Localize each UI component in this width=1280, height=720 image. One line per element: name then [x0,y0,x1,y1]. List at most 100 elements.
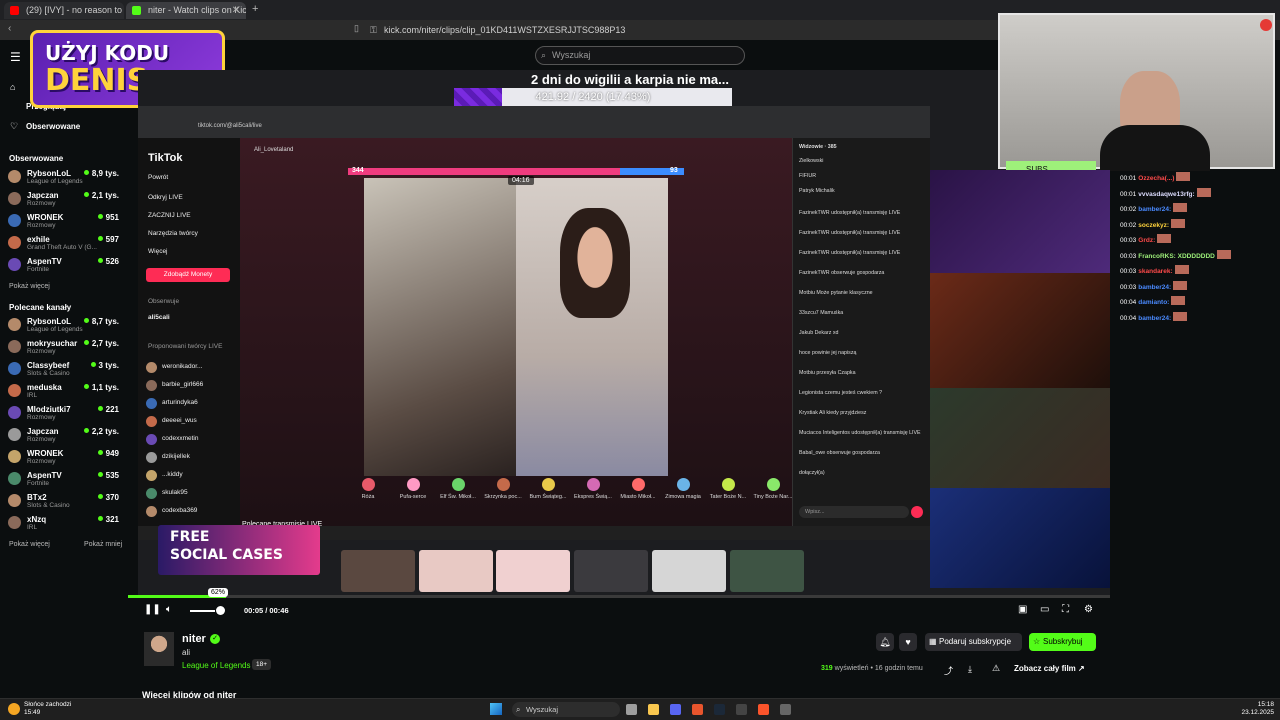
sidebar-channel[interactable]: WRONEK Rozmowy 951 [8,211,123,231]
emote-icon [1174,265,1189,274]
steam-icon[interactable] [714,704,725,715]
sidebar-channel[interactable]: RybsonLoL League of Legends 8,7 tys. [8,315,123,335]
app-icon[interactable] [736,704,747,715]
sidebar-channel[interactable]: exhile Grand Theft Auto V (G... 597 [8,233,123,253]
views-info: 319 wyświetleń • 16 godzin temu [821,665,923,672]
report-icon[interactable]: ⚠ [992,663,1000,674]
tiktok-followed-label: Obserwuje [148,298,180,305]
channel-category: League of Legends [27,326,83,333]
emote-icon [1196,187,1211,197]
sidebar-channel[interactable]: Japczan Rozmowy 2,1 tys. [8,189,123,209]
sidebar-channel[interactable]: WRONEK Rozmowy 949 [8,447,123,467]
taskbar-search-label: Wyszukaj [526,705,559,714]
show-less-link[interactable]: Pokaż mniej [84,541,122,548]
webcam-4 [930,488,1110,588]
free-cases-banner: FREE SOCIAL CASES [158,525,320,575]
subscribe-button[interactable]: ☆ Subskrybuj [1029,633,1096,651]
browser-tab[interactable]: (29) [IVY] - no reason to cry [UK! [4,2,124,19]
emote-icon [1173,280,1188,290]
sidebar-channel[interactable]: Classybeef Slots & Casino 3 tys. [8,359,123,379]
back-icon[interactable]: ‹ [8,23,11,34]
sidebar-channel[interactable]: RybsonLoL League of Legends 8,9 tys. [8,167,123,187]
chat-timestamp: 00:02 [1120,206,1137,213]
sidebar-channel[interactable]: xNzq IRL 321 [8,513,123,533]
viewer-count: 8,7 tys. [84,317,119,326]
category-link[interactable]: League of Legends [182,661,251,670]
viewer-count: 2,1 tys. [84,191,119,200]
channel-category: League of Legends [27,178,83,185]
gift-icon [721,478,735,491]
show-more-link[interactable]: Pokaż więcej [9,283,50,290]
avatar [8,428,21,441]
chat-username: bamber24: [1138,283,1172,291]
emote-icon [1173,203,1188,212]
sidebar-channel[interactable]: BTx2 Slots & Casino 370 [8,491,123,511]
sidebar-channel[interactable]: meduska IRL 1,1 tys. [8,381,123,401]
task-view-icon[interactable] [626,704,637,715]
close-tab-icon[interactable]: ✕ [232,2,240,19]
channel-name[interactable]: niter [182,633,206,645]
avatar[interactable] [144,632,174,666]
share-icon[interactable]: ⤴ [944,664,953,677]
channel-category: Rozmowy [27,414,56,421]
sidebar-channel[interactable]: AspenTV Fortnite 535 [8,469,123,489]
clip-progress-bar[interactable] [128,595,1110,598]
chat-timestamp: 00:03 [1120,252,1137,260]
mini-player-icon[interactable]: ▭ [1040,604,1049,615]
url-field[interactable]: ⚿ kick.com/niter/clips/clip_01KD411WSTZX… [370,23,870,37]
tiktok-chat-message: FazinekTWR udostępnił(a) transmisję LIVE [799,210,901,216]
gift-item: Róża [348,478,388,500]
download-icon[interactable]: ⤓ [968,664,972,675]
channel-name: Mlodziutki7 [27,405,71,414]
brave-icon[interactable] [758,704,769,715]
promo-line-1: UŻYJ KODU [45,41,170,65]
sidebar-channel[interactable]: mokrysuchar Rozmowy 2,7 tys. [8,337,123,357]
sidebar-channel[interactable]: Japczan Rozmowy 2,2 tys. [8,425,123,445]
home-icon[interactable]: ⌂ [10,82,15,92]
gift-icon [406,478,420,491]
channel-name: WRONEK [27,213,64,222]
watch-full-film-link[interactable]: Zobacz cały film ↗ [1014,664,1085,673]
volume-knob[interactable] [216,606,225,615]
browser-tab-active[interactable]: niter - Watch clips on Kick ✕ [126,2,246,19]
taskbar-clock[interactable]: 15:18 23.12.2025 [1238,701,1274,717]
fullscreen-icon[interactable]: ⛶ [1062,604,1069,615]
gift-sub-button[interactable]: ▦ Podaruj subskrypcje [925,633,1022,651]
clock-time: 15:18 [1257,701,1274,708]
heart-icon[interactable]: ♥ [899,633,917,651]
app-icon[interactable] [692,704,703,715]
settings-icon[interactable]: ⚙ [1084,604,1093,615]
avatar [8,450,21,463]
weather-widget[interactable]: Słońce zachodzi 15:49 [24,701,71,717]
discord-icon[interactable] [670,704,681,715]
volume-slider[interactable] [190,610,215,612]
bookmark-icon[interactable]: ▯ [354,23,359,34]
tiktok-chat-message: FazinekTWR udostępnił(a) transmisję LIVE [799,230,901,236]
show-more-link-2[interactable]: Pokaż więcej [9,541,50,548]
volume-icon[interactable]: 🔈︎ [166,604,172,615]
bell-icon[interactable]: 🔔︎ [876,633,894,651]
windows-start-icon[interactable] [490,703,502,715]
weather-time: 15:49 [24,709,41,716]
gift-icon: ▦ [929,637,937,646]
taskbar-search[interactable]: ⌕ Wyszukaj [512,702,620,717]
file-explorer-icon[interactable] [648,704,659,715]
chat-username: bamber24: [1138,314,1172,322]
search-input[interactable]: ⌕ Wyszukaj [535,46,745,65]
app-icon[interactable] [780,704,791,715]
sidebar-channel[interactable]: AspenTV Fortnite 526 [8,255,123,275]
menu-icon[interactable]: ☰ [10,50,21,64]
chat-username: damianto: [1138,299,1170,306]
battle-stream-right [516,178,668,476]
tiktok-heart-icon [911,506,923,518]
sidebar-channel[interactable]: Mlodziutki7 Rozmowy 221 [8,403,123,423]
site-info-icon[interactable]: ⚿ [370,23,377,37]
tiktok-chat-message: Legionista czemu jesteś cwekiem ? [799,390,883,396]
promo-line-2: DENIS [45,63,149,98]
following-title: Obserwowane [9,154,64,163]
avatar [146,488,157,499]
new-tab-button[interactable]: + [252,3,258,15]
theater-mode-icon[interactable]: ▣ [1018,604,1027,615]
pause-icon[interactable]: ❚❚ [144,604,161,615]
streamer-body [1100,125,1210,171]
